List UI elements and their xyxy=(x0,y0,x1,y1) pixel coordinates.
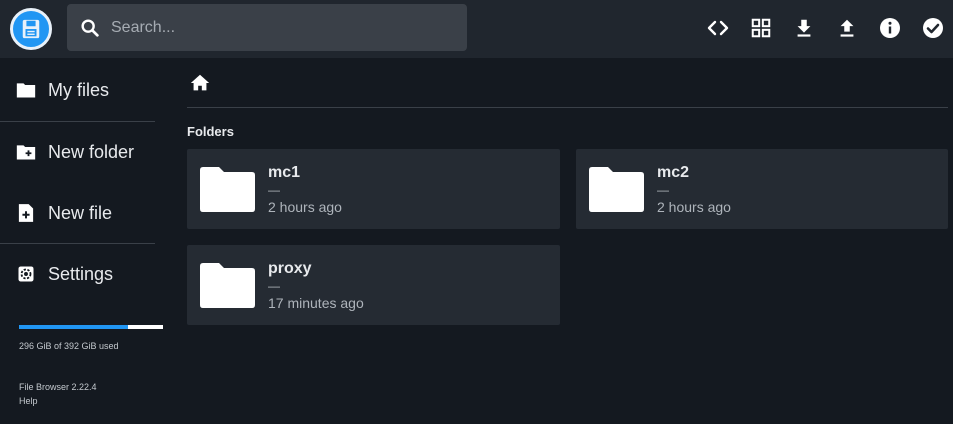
credits: File Browser 2.22.4 Help xyxy=(19,380,97,408)
search-input[interactable] xyxy=(101,4,467,51)
sidebar-item-my-files[interactable]: My files xyxy=(0,60,155,120)
folder-icon xyxy=(200,167,255,212)
folder-size: — xyxy=(268,279,280,293)
floppy-disk-icon xyxy=(22,19,40,39)
folder-icon xyxy=(200,263,255,308)
search-icon xyxy=(81,18,99,37)
folder-card-mc2[interactable]: mc2 — 2 hours ago xyxy=(576,149,948,229)
create-new-folder-icon xyxy=(16,142,36,162)
folder-card-mc1[interactable]: mc1 — 2 hours ago xyxy=(187,149,560,229)
folder-icon xyxy=(16,80,36,100)
info-icon[interactable] xyxy=(878,15,902,41)
search-box[interactable] xyxy=(67,4,467,51)
app-logo[interactable] xyxy=(10,8,52,50)
storage-usage-fill xyxy=(19,325,128,329)
sidebar: My files New folder New file Settings 29… xyxy=(0,58,165,424)
storage-usage-text: 296 GiB of 392 GiB used xyxy=(19,341,119,351)
code-icon[interactable] xyxy=(706,15,730,41)
folders-heading: Folders xyxy=(187,124,234,139)
breadcrumb xyxy=(187,70,948,108)
sidebar-item-label: My files xyxy=(48,79,110,100)
sidebar-item-label: New folder xyxy=(48,141,135,162)
top-bar xyxy=(0,0,953,58)
settings-icon xyxy=(16,264,36,284)
folder-modified: 2 hours ago xyxy=(657,199,731,215)
grid-view-icon[interactable] xyxy=(749,15,773,41)
folder-icon xyxy=(589,167,644,212)
check-circle-icon[interactable] xyxy=(921,15,945,41)
sidebar-item-new-file[interactable]: New file xyxy=(0,183,155,243)
version-text: File Browser 2.22.4 xyxy=(19,382,97,392)
folder-card-proxy[interactable]: proxy — 17 minutes ago xyxy=(187,245,560,325)
note-add-icon xyxy=(16,203,36,223)
folder-modified: 17 minutes ago xyxy=(268,295,364,311)
folder-name: mc2 xyxy=(657,164,690,181)
storage-usage-bar xyxy=(19,325,163,329)
sidebar-item-settings[interactable]: Settings xyxy=(0,244,155,304)
sidebar-item-new-folder[interactable]: New folder xyxy=(0,122,155,182)
folder-name: proxy xyxy=(268,260,312,277)
upload-icon[interactable] xyxy=(835,15,859,41)
folder-size: — xyxy=(268,183,280,197)
folder-size: — xyxy=(657,183,669,197)
download-icon[interactable] xyxy=(792,15,816,41)
home-icon[interactable] xyxy=(189,72,211,94)
sidebar-item-label: Settings xyxy=(48,263,114,284)
folder-modified: 2 hours ago xyxy=(268,199,342,215)
folder-name: mc1 xyxy=(268,164,301,181)
sidebar-item-label: New file xyxy=(48,202,113,223)
help-link[interactable]: Help xyxy=(19,394,97,408)
